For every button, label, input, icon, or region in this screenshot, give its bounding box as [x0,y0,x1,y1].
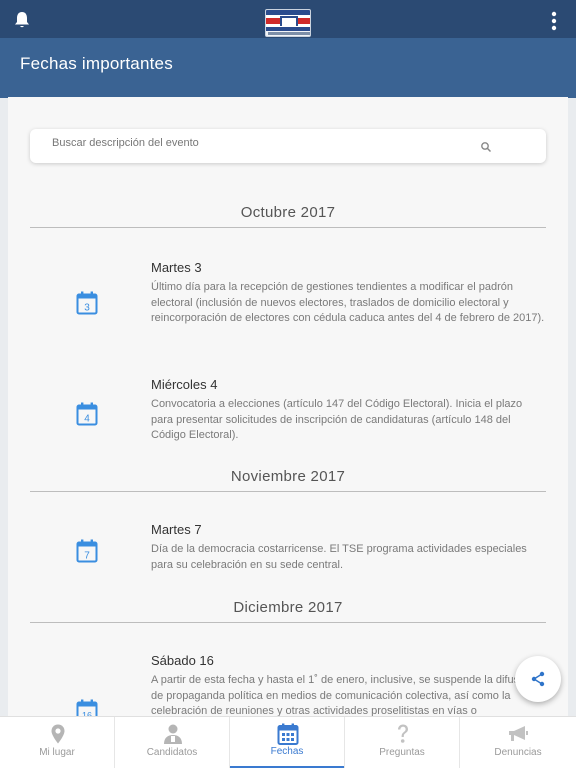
event-title: Martes 3 [151,260,202,275]
top-bar [0,0,576,38]
month-header-december: Diciembre 2017 [233,599,343,616]
calendar-icon: 7 [76,539,98,563]
calendar-day-number: 4 [84,414,90,425]
calendar-icon: 16 [76,699,98,717]
question-icon [392,723,414,745]
page-header: Fechas importantes [0,38,576,98]
month-divider [30,227,546,228]
search-box [30,129,546,163]
tab-label: Denuncias [494,747,542,758]
event-description: A partir de esta fecha y hasta el 1˚ de … [151,674,534,717]
calendar-icon: 3 [76,291,98,315]
calendar-icon: 4 [76,402,98,426]
calendar-day-number: 3 [84,303,90,314]
event-title: Sábado 16 [151,653,214,668]
person-icon [162,723,184,745]
search-input[interactable] [52,137,472,149]
share-button[interactable] [515,656,561,702]
event-item[interactable]: 7 Martes 7 Día de la democracia costarri… [34,507,548,577]
tab-denuncias[interactable]: Denuncias [460,717,576,768]
event-item[interactable]: 16 Sábado 16 A partir de esta fecha y ha… [34,639,548,717]
month-divider [30,491,546,492]
search-icon[interactable] [480,140,492,153]
tab-label: Candidatos [146,747,198,758]
share-icon [531,671,545,687]
month-divider [30,622,546,623]
page-title: Fechas importantes [20,54,173,73]
event-description: Día de la democracia costarricense. El T… [151,543,527,571]
calendar-day-number: 7 [84,551,90,562]
location-pin-icon [47,723,69,745]
megaphone-icon [507,723,529,745]
bottom-tab-bar: Mi lugar Candidatos Fechas Preguntas Den… [0,716,576,768]
event-description: Último día para la recepción de gestione… [151,281,545,324]
tab-fechas[interactable]: Fechas [230,717,345,768]
bell-icon[interactable] [12,10,32,30]
calendar-icon [277,723,299,745]
month-header-november: Noviembre 2017 [230,468,346,485]
event-description: Convocatoria a elecciones (artículo 147 … [151,398,523,441]
event-title: Miércoles 4 [151,377,218,392]
tse-logo [265,9,311,37]
event-item[interactable]: 3 Martes 3 Último día para la recepción … [34,247,548,357]
event-item[interactable]: 4 Miércoles 4 Convocatoria a elecciones … [34,365,548,445]
tab-preguntas[interactable]: Preguntas [345,717,460,768]
tab-label: Fechas [270,746,304,757]
more-menu-icon[interactable] [548,10,560,32]
tab-label: Mi lugar [39,747,75,758]
tab-label: Preguntas [379,747,425,758]
events-card: Octubre 2017 3 Martes 3 Último día para … [8,97,568,717]
month-header-october: Octubre 2017 [240,204,336,221]
event-title: Martes 7 [151,522,202,537]
tab-candidatos[interactable]: Candidatos [115,717,230,768]
tab-mi-lugar[interactable]: Mi lugar [0,717,115,768]
